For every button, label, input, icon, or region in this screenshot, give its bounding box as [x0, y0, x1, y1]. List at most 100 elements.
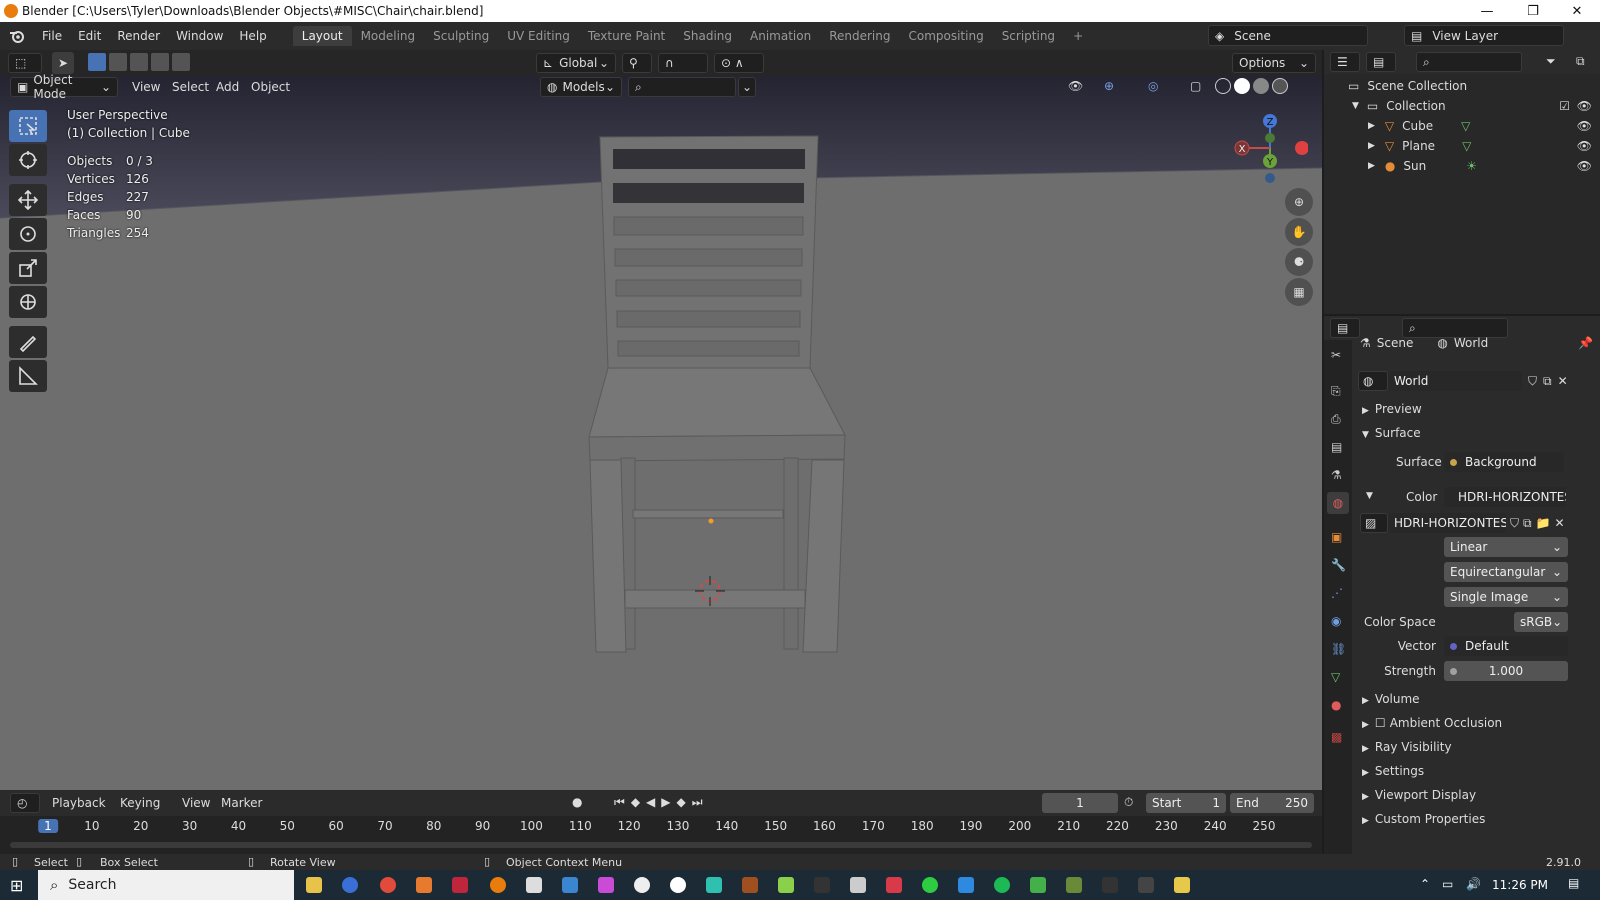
- tool-rotate[interactable]: [9, 218, 47, 250]
- blender-taskbar-icon[interactable]: [490, 877, 506, 893]
- select-invert-icon[interactable]: [151, 53, 169, 71]
- record-icon[interactable]: ●: [572, 795, 582, 809]
- tool-annotate[interactable]: [9, 326, 47, 358]
- chevron-up-icon[interactable]: ⌃: [1420, 877, 1430, 891]
- panel-surface[interactable]: ▼ Surface: [1362, 426, 1421, 440]
- tab-rendering[interactable]: Rendering: [820, 26, 899, 46]
- constraints-tab-icon[interactable]: ⛓: [1331, 642, 1346, 656]
- render-tab-icon[interactable]: ⎘: [1331, 384, 1341, 399]
- eye-icon[interactable]: 👁: [1577, 99, 1592, 113]
- current-frame-field[interactable]: 1: [1042, 793, 1118, 813]
- tool-move[interactable]: [9, 184, 47, 216]
- surface-shader-field[interactable]: Background: [1444, 452, 1564, 472]
- tab-shading[interactable]: Shading: [674, 26, 741, 46]
- unity-icon[interactable]: [526, 877, 542, 893]
- app-icon[interactable]: [958, 877, 974, 893]
- select-subtract-icon[interactable]: [130, 53, 148, 71]
- image-name-field[interactable]: HDRI-HORIZONTES-...: [1388, 513, 1506, 533]
- timeline-scrollbar[interactable]: [10, 842, 1312, 848]
- menu-file[interactable]: File: [34, 29, 70, 43]
- scene-tab-icon[interactable]: ⚗: [1331, 468, 1342, 482]
- duplicate-icon[interactable]: ⧉: [1543, 374, 1552, 389]
- fake-user-icon[interactable]: ⛉: [1528, 374, 1537, 389]
- add-workspace-button[interactable]: +: [1064, 26, 1092, 46]
- menu-edit[interactable]: Edit: [70, 29, 109, 43]
- timeline[interactable]: 1 10 20 30 40 50 60 70 80 90 100 110 120 130 140 150 160…: [0, 816, 1322, 854]
- outliner-editor-type[interactable]: ☰: [1330, 52, 1360, 72]
- app-icon[interactable]: [670, 877, 686, 893]
- viewport-menu-view[interactable]: View: [124, 80, 168, 94]
- outliner-row-cube[interactable]: ▶ ▽ Cube ▽ 👁: [1324, 115, 1600, 137]
- app-icon[interactable]: [634, 877, 650, 893]
- app-icon[interactable]: [1138, 877, 1154, 893]
- zoom-view-button[interactable]: ⊕: [1285, 188, 1313, 216]
- panel-settings[interactable]: ▶ Settings: [1362, 764, 1424, 778]
- projection-dropdown[interactable]: Equirectangular ⌄: [1444, 562, 1568, 582]
- tab-uv-editing[interactable]: UV Editing: [498, 26, 579, 46]
- tab-layout[interactable]: Layout: [292, 26, 352, 46]
- app-icon[interactable]: [1030, 877, 1046, 893]
- world-browse-button[interactable]: ◍: [1358, 371, 1388, 391]
- app-icon[interactable]: [706, 877, 722, 893]
- maximize-button[interactable]: ❐: [1510, 0, 1556, 22]
- proportional-edit-toggle[interactable]: ⊙ ∧: [714, 53, 764, 73]
- app-icon[interactable]: [778, 877, 794, 893]
- duplicate-icon[interactable]: ⧉: [1523, 516, 1532, 531]
- taskbar-clock[interactable]: 11:26 PM: [1492, 878, 1548, 892]
- fake-user-icon[interactable]: ⛉: [1510, 516, 1519, 531]
- new-collection-icon[interactable]: ⧉: [1576, 54, 1585, 69]
- prev-keyframe-icon[interactable]: ◆: [631, 795, 640, 810]
- physics-tab-icon[interactable]: ◉: [1331, 614, 1341, 628]
- blender-menu-icon[interactable]: [0, 29, 34, 43]
- vector-input-field[interactable]: Default: [1444, 636, 1568, 656]
- viewport-menu-add[interactable]: Add: [208, 80, 247, 94]
- properties-search-input[interactable]: ⌕: [1402, 318, 1508, 338]
- view-layer-selector[interactable]: ▤ View Layer: [1404, 25, 1564, 46]
- tab-sculpting[interactable]: Sculpting: [424, 26, 498, 46]
- outliner-search-input[interactable]: ⌕: [1416, 52, 1522, 72]
- texture-tab-icon[interactable]: ▩: [1331, 730, 1342, 744]
- world-name-field[interactable]: World: [1388, 371, 1522, 391]
- app-icon[interactable]: [922, 877, 938, 893]
- options-dropdown[interactable]: Options ⌄: [1232, 53, 1316, 73]
- object-tab-icon[interactable]: ▣: [1331, 530, 1342, 544]
- material-tab-icon[interactable]: ●: [1331, 698, 1341, 712]
- notifications-icon[interactable]: ▤: [1568, 876, 1579, 890]
- viewport-menu-object[interactable]: Object: [243, 80, 298, 94]
- source-dropdown[interactable]: Single Image ⌄: [1444, 587, 1568, 607]
- checkbox-icon[interactable]: ☐: [1375, 716, 1386, 730]
- tab-compositing[interactable]: Compositing: [899, 26, 992, 46]
- timeline-menu-keying[interactable]: Keying: [112, 796, 168, 810]
- app-icon[interactable]: [742, 877, 758, 893]
- eye-icon[interactable]: 👁: [1577, 139, 1592, 153]
- menu-help[interactable]: Help: [231, 29, 274, 43]
- select-tool-button[interactable]: ➤: [52, 52, 74, 74]
- end-frame-field[interactable]: End 250: [1230, 793, 1314, 813]
- timeline-menu-marker[interactable]: Marker: [213, 796, 270, 810]
- app-icon[interactable]: [850, 877, 866, 893]
- volume-icon[interactable]: 🔊: [1466, 877, 1481, 891]
- frame-ruler[interactable]: 1 10 20 30 40 50 60 70 80 90 100 110 120 130 140 150 160…: [0, 816, 1322, 838]
- app-icon[interactable]: [814, 877, 830, 893]
- checkbox-icon[interactable]: ☑: [1559, 99, 1570, 113]
- app-icon[interactable]: [1102, 877, 1118, 893]
- outliner-row-scene-collection[interactable]: ▭ Scene Collection: [1324, 75, 1600, 97]
- file-explorer-icon[interactable]: [306, 877, 322, 893]
- outliner-row-sun[interactable]: ▶ ● Sun ☀ 👁: [1324, 155, 1600, 177]
- color-input-field[interactable]: HDRI-HORIZONTES-...: [1444, 487, 1566, 507]
- pivot-point-dropdown[interactable]: ⚲: [622, 53, 652, 73]
- stopwatch-icon[interactable]: ⏱: [1124, 795, 1133, 810]
- windows-start-icon[interactable]: ⊞: [10, 876, 23, 895]
- app-icon[interactable]: [598, 877, 614, 893]
- chrome-icon[interactable]: [380, 877, 396, 893]
- snap-toggle[interactable]: ∩: [658, 53, 708, 73]
- panel-preview[interactable]: ▶ Preview: [1362, 402, 1422, 416]
- pin-icon[interactable]: 📌: [1578, 336, 1593, 350]
- timeline-editor-type[interactable]: ◴: [10, 793, 40, 813]
- panel-custom-properties[interactable]: ▶ Custom Properties: [1362, 812, 1485, 826]
- display-mode-dropdown[interactable]: ▤: [1366, 52, 1396, 72]
- strength-field[interactable]: 1.000: [1444, 661, 1568, 681]
- solid-shading-icon[interactable]: [1234, 78, 1250, 94]
- expand-arrow-icon[interactable]: ▼: [1366, 491, 1373, 501]
- search-options-button[interactable]: ⌄: [738, 77, 756, 97]
